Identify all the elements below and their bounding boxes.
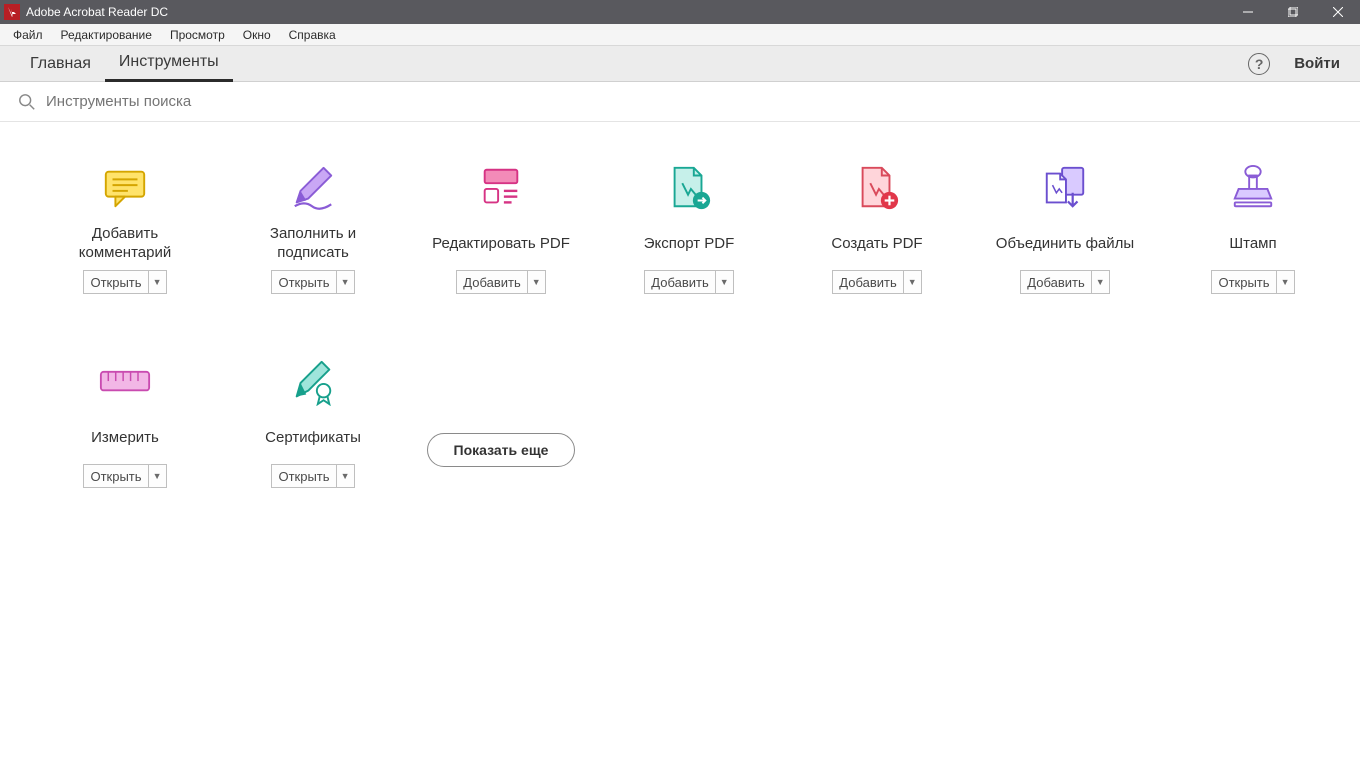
tool-comment[interactable]: Добавить комментарий Открыть ▼ bbox=[40, 162, 210, 294]
tool-action-label: Открыть bbox=[1212, 271, 1275, 293]
tool-label: Экспорт PDF bbox=[644, 224, 735, 264]
tool-action-button[interactable]: Добавить ▼ bbox=[644, 270, 733, 294]
show-more-cell: Показать еще bbox=[416, 356, 586, 488]
tool-edit-pdf[interactable]: Редактировать PDF Добавить ▼ bbox=[416, 162, 586, 294]
tool-action-button[interactable]: Открыть ▼ bbox=[1211, 270, 1294, 294]
tool-action-label: Открыть bbox=[84, 271, 147, 293]
tool-label: Измерить bbox=[91, 418, 159, 458]
tool-action-button[interactable]: Добавить ▼ bbox=[456, 270, 545, 294]
chevron-down-icon[interactable]: ▼ bbox=[336, 271, 354, 293]
tool-action-label: Добавить bbox=[833, 271, 902, 293]
tools-area: Добавить комментарий Открыть ▼ Заполнить… bbox=[0, 122, 1360, 528]
tool-label: Создать PDF bbox=[831, 224, 922, 264]
menu-help[interactable]: Справка bbox=[280, 26, 345, 44]
chevron-down-icon[interactable]: ▼ bbox=[903, 271, 921, 293]
tool-export-pdf[interactable]: Экспорт PDF Добавить ▼ bbox=[604, 162, 774, 294]
certificate-icon bbox=[287, 356, 339, 408]
tool-action-label: Добавить bbox=[645, 271, 714, 293]
tool-action-label: Открыть bbox=[272, 465, 335, 487]
show-more-button[interactable]: Показать еще bbox=[427, 433, 576, 467]
tool-action-label: Открыть bbox=[272, 271, 335, 293]
app-title: Adobe Acrobat Reader DC bbox=[26, 5, 168, 19]
chevron-down-icon[interactable]: ▼ bbox=[148, 465, 166, 487]
close-button[interactable] bbox=[1315, 0, 1360, 24]
comment-icon bbox=[99, 162, 151, 214]
chevron-down-icon[interactable]: ▼ bbox=[1091, 271, 1109, 293]
merge-icon bbox=[1039, 162, 1091, 214]
tabbar: Главная Инструменты ? Войти bbox=[0, 46, 1360, 82]
help-icon[interactable]: ? bbox=[1248, 53, 1270, 75]
menu-window[interactable]: Окно bbox=[234, 26, 280, 44]
tool-merge-files[interactable]: Объединить файлы Добавить ▼ bbox=[980, 162, 1150, 294]
menubar: Файл Редактирование Просмотр Окно Справк… bbox=[0, 24, 1360, 46]
menu-view[interactable]: Просмотр bbox=[161, 26, 234, 44]
tool-action-button[interactable]: Добавить ▼ bbox=[1020, 270, 1109, 294]
tool-certificates[interactable]: Сертификаты Открыть ▼ bbox=[228, 356, 398, 488]
chevron-down-icon[interactable]: ▼ bbox=[527, 271, 545, 293]
tool-action-label: Добавить bbox=[1021, 271, 1090, 293]
create-icon bbox=[851, 162, 903, 214]
menu-edit[interactable]: Редактирование bbox=[52, 26, 161, 44]
tool-label: Заполнить и подписать bbox=[270, 224, 356, 264]
tool-label: Сертификаты bbox=[265, 418, 361, 458]
login-button[interactable]: Войти bbox=[1294, 55, 1344, 72]
tool-fill-sign[interactable]: Заполнить и подписать Открыть ▼ bbox=[228, 162, 398, 294]
app-icon bbox=[4, 4, 20, 20]
tool-create-pdf[interactable]: Создать PDF Добавить ▼ bbox=[792, 162, 962, 294]
export-icon bbox=[663, 162, 715, 214]
menu-file[interactable]: Файл bbox=[4, 26, 52, 44]
edit-icon bbox=[475, 162, 527, 214]
chevron-down-icon[interactable]: ▼ bbox=[148, 271, 166, 293]
tool-label: Редактировать PDF bbox=[432, 224, 570, 264]
tools-grid: Добавить комментарий Открыть ▼ Заполнить… bbox=[40, 162, 1320, 488]
sign-icon bbox=[287, 162, 339, 214]
tool-label: Объединить файлы bbox=[996, 224, 1134, 264]
titlebar: Adobe Acrobat Reader DC bbox=[0, 0, 1360, 24]
chevron-down-icon[interactable]: ▼ bbox=[1276, 271, 1294, 293]
chevron-down-icon[interactable]: ▼ bbox=[715, 271, 733, 293]
searchbar bbox=[0, 82, 1360, 122]
tool-action-button[interactable]: Открыть ▼ bbox=[271, 270, 354, 294]
tool-action-button[interactable]: Открыть ▼ bbox=[83, 464, 166, 488]
chevron-down-icon[interactable]: ▼ bbox=[336, 465, 354, 487]
tool-measure[interactable]: Измерить Открыть ▼ bbox=[40, 356, 210, 488]
search-icon bbox=[18, 93, 36, 111]
stamp-icon bbox=[1227, 162, 1279, 214]
tool-stamp[interactable]: Штамп Открыть ▼ bbox=[1168, 162, 1338, 294]
tool-action-button[interactable]: Открыть ▼ bbox=[83, 270, 166, 294]
minimize-button[interactable] bbox=[1225, 0, 1270, 24]
tab-tools[interactable]: Инструменты bbox=[105, 46, 233, 82]
tool-action-label: Добавить bbox=[457, 271, 526, 293]
tool-action-button[interactable]: Добавить ▼ bbox=[832, 270, 921, 294]
ruler-icon bbox=[99, 356, 151, 408]
maximize-button[interactable] bbox=[1270, 0, 1315, 24]
tool-action-label: Открыть bbox=[84, 465, 147, 487]
tool-action-button[interactable]: Открыть ▼ bbox=[271, 464, 354, 488]
tool-label: Штамп bbox=[1229, 224, 1276, 264]
tool-label: Добавить комментарий bbox=[79, 224, 171, 264]
tab-home[interactable]: Главная bbox=[16, 46, 105, 82]
search-input[interactable] bbox=[46, 93, 1342, 110]
